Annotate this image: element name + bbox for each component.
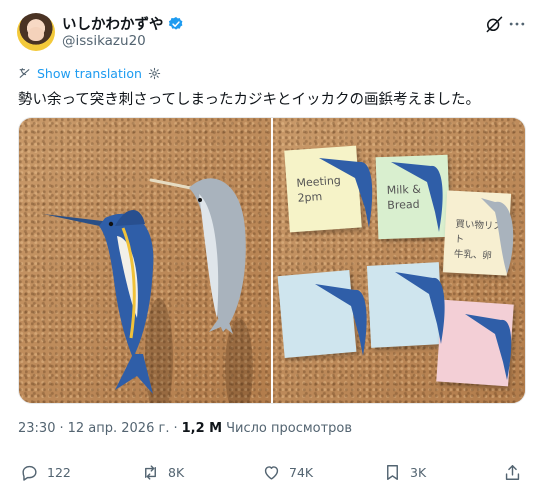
bookmark-icon (387, 465, 398, 480)
verified-badge-icon (168, 16, 182, 30)
grok-icon[interactable] (484, 14, 504, 34)
post-text: 勢い余って突き刺さってしまったカジキとイッカクの画鋲考えました。 (18, 92, 480, 108)
reply-button[interactable]: 122 (20, 463, 71, 482)
post-media[interactable]: Meeting 2pm Milk & Bread 買い物リスト 牛乳、卵 (18, 117, 526, 404)
repost-button[interactable]: 8K (141, 463, 184, 482)
heart-icon (264, 466, 279, 480)
author-name-row: いしかわかずや (62, 13, 184, 34)
marlin-pins-illustration (315, 158, 514, 380)
post-meta: 23:30 · 12 апр. 2026 г. · 1,2 M Число пр… (18, 421, 352, 436)
bookmark-count: 3K (410, 465, 427, 480)
show-translation-link[interactable]: Show translation (37, 66, 142, 81)
views-count: 1,2 M (181, 421, 223, 436)
bookmark-button[interactable]: 3K (383, 463, 426, 482)
author-display-name[interactable]: いしかわかずや (62, 13, 164, 34)
photo-marlin-narwhal-pins[interactable] (19, 118, 271, 403)
post-time[interactable]: 23:30 (18, 421, 55, 436)
meta-separator: · (173, 421, 178, 436)
repost-icon (145, 465, 156, 480)
narwhal-pushpin-illustration (149, 178, 253, 403)
like-count: 74K (289, 465, 314, 480)
like-button[interactable]: 74K (262, 463, 313, 482)
photo-sticky-notes-pins[interactable]: Meeting 2pm Milk & Bread 買い物リスト 牛乳、卵 (273, 118, 525, 403)
settings-gear-icon[interactable] (148, 67, 161, 80)
translate-icon (19, 68, 30, 78)
share-icon (505, 465, 520, 480)
meta-separator: · (59, 421, 64, 436)
more-options-icon[interactable] (507, 14, 527, 34)
reply-count: 122 (47, 465, 71, 480)
author-handle[interactable]: @issikazu20 (62, 33, 146, 49)
post-date[interactable]: 12 апр. 2026 г. (68, 421, 170, 436)
repost-count: 8K (168, 465, 185, 480)
avatar[interactable] (17, 13, 55, 51)
share-button[interactable] (503, 463, 522, 482)
views-label: Число просмотров (226, 421, 353, 436)
translate-row: Show translation (18, 66, 161, 81)
reply-icon (22, 465, 37, 481)
